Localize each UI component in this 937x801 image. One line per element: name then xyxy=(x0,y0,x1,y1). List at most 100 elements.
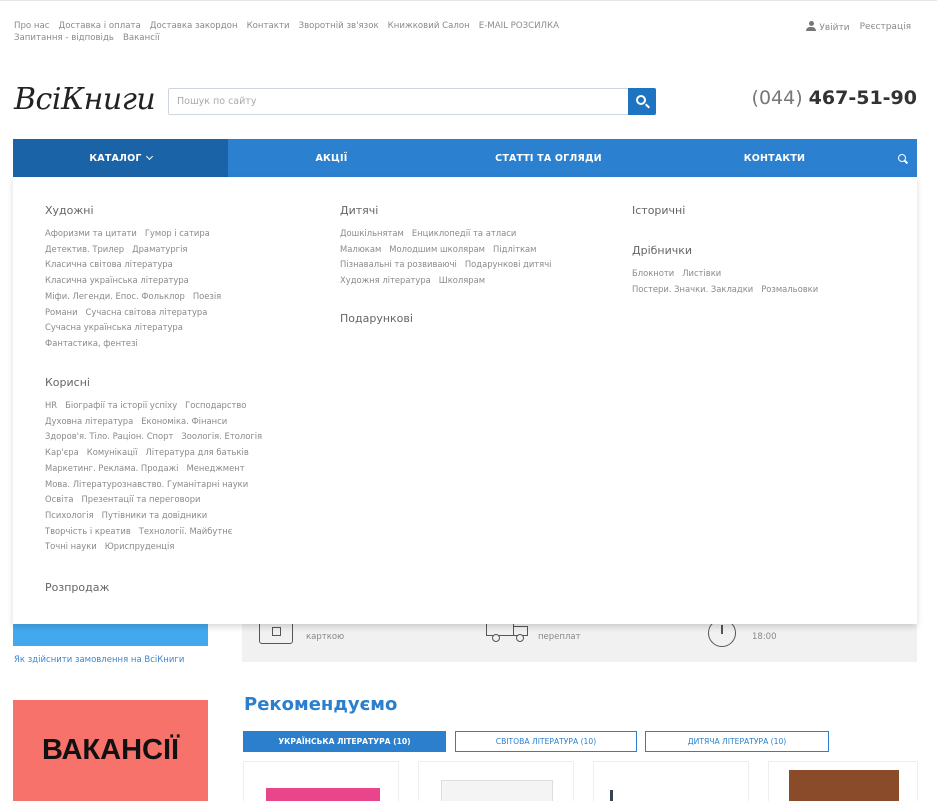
subcategory-link[interactable]: Блокноти xyxy=(632,266,674,282)
subcategory-link[interactable]: Господарство xyxy=(185,398,246,414)
site-logo[interactable]: ВсiКниги xyxy=(14,82,156,117)
category-khudozhni: Художні Афоризми та цитати Гумор і сатира… xyxy=(45,204,305,352)
subcategory-link[interactable]: Маркетинг. Реклама. Продажі xyxy=(45,461,178,477)
subcategory-link[interactable]: Поезія xyxy=(193,289,221,305)
nav-articles[interactable]: СТАТТІ ТА ОГЛЯДИ xyxy=(435,139,662,177)
category-title[interactable]: Дрібнички xyxy=(632,244,902,257)
register-link[interactable]: Реєстрація xyxy=(860,22,911,32)
subcategory-link[interactable]: Молодшим школярам xyxy=(389,242,485,258)
subcategory-link[interactable]: Творчість і креатив xyxy=(45,524,131,540)
top-link-delivery[interactable]: Доставка і оплата xyxy=(59,20,141,32)
tab-world-literature[interactable]: СВІТОВА ЛІТЕРАТУРА (10) xyxy=(455,731,637,752)
top-link-faq[interactable]: Запитання - відповідь xyxy=(14,32,114,44)
nav-catalog-label: КАТАЛОГ xyxy=(89,152,142,164)
recommend-title: Рекомендуємо xyxy=(244,694,398,715)
book-cover xyxy=(789,770,899,801)
subcategory-link[interactable]: Драматургія xyxy=(132,242,187,258)
product-card[interactable] xyxy=(593,761,749,801)
subcategory-link[interactable]: Постери. Значки. Закладки xyxy=(632,282,753,298)
category-title[interactable]: Художні xyxy=(45,204,305,217)
search-icon xyxy=(636,95,646,105)
truck-icon xyxy=(486,622,530,642)
subcategory-link[interactable]: Міфи. Легенди. Епос. Фольклор xyxy=(45,289,185,305)
top-link-vacancies[interactable]: Вакансії xyxy=(123,32,160,44)
subcategory-link[interactable]: Сучасна українська література xyxy=(45,320,183,336)
tab-ukrainian-literature[interactable]: УКРАЇНСЬКА ЛІТЕРАТУРА (10) xyxy=(243,731,446,752)
subcategory-link[interactable]: Зоологія. Етологія xyxy=(181,429,262,445)
subcategory-link[interactable]: Малюкам xyxy=(340,242,381,258)
subcategory-link[interactable]: Класична світова література xyxy=(45,257,173,273)
subcategory-link[interactable]: Менеджмент xyxy=(186,461,244,477)
top-links: Про нас Доставка і оплата Доставка закордо… xyxy=(14,20,654,44)
product-card[interactable] xyxy=(243,761,399,801)
product-card[interactable] xyxy=(418,761,574,801)
category-title[interactable]: Корисні xyxy=(45,376,315,389)
subcategory-link[interactable]: Презентації та переговори xyxy=(81,492,200,508)
subcategory-link[interactable]: Економіка. Фінанси xyxy=(141,414,227,430)
subcategory-link[interactable]: Класична українська література xyxy=(45,273,189,289)
subcategory-link[interactable]: Освіта xyxy=(45,492,73,508)
nav-akcii[interactable]: АКЦІЇ xyxy=(228,139,435,177)
category-title[interactable]: Історичні xyxy=(632,204,902,217)
login-link[interactable]: Увійти xyxy=(806,21,850,33)
subcategory-link[interactable]: Сучасна світова література xyxy=(86,305,208,321)
category-istorychni: Історичні Дрібнички Блокноти Листівки Пос… xyxy=(632,204,902,297)
top-link-contacts[interactable]: Контакти xyxy=(247,20,290,32)
subcategory-link[interactable]: Юриспруденція xyxy=(105,539,175,555)
top-link-feedback[interactable]: Зворотній зв'язок xyxy=(299,20,379,32)
book-cover xyxy=(441,780,553,801)
subcategory-link[interactable]: Енциклопедії та атласи xyxy=(412,226,516,242)
subcategory-link[interactable]: Дошкільнятам xyxy=(340,226,404,242)
subcategory-link[interactable]: Школярам xyxy=(439,273,485,289)
subcategory-link[interactable]: HR xyxy=(45,398,57,414)
category-title[interactable]: Дитячі xyxy=(340,204,610,217)
subcategory-link[interactable]: Технології. Майбутнє xyxy=(139,524,233,540)
subcategory-link[interactable]: Духовна література xyxy=(45,414,133,430)
phone-number: (044) 467-51-90 xyxy=(752,87,917,109)
category-title[interactable]: Розпродаж xyxy=(45,581,245,594)
vacancy-banner[interactable]: ВАКАНСІЇ xyxy=(13,700,208,801)
subcategory-link[interactable]: Листівки xyxy=(682,266,721,282)
subcategory-link[interactable]: Гумор і сатира xyxy=(145,226,210,242)
subcategory-link[interactable]: Афоризми та цитати xyxy=(45,226,137,242)
top-link-about[interactable]: Про нас xyxy=(14,20,50,32)
subcategory-link[interactable]: Література для батьків xyxy=(145,445,248,461)
subcategory-link[interactable]: Розмальовки xyxy=(761,282,818,298)
product-card[interactable] xyxy=(768,761,918,801)
search-icon xyxy=(898,154,906,162)
search-box xyxy=(168,88,656,115)
top-link-email[interactable]: E-MAIL РОЗСИЛКА xyxy=(479,20,559,32)
top-bar: Про нас Доставка і оплата Доставка закордо… xyxy=(0,0,937,54)
subcategory-link[interactable]: Кар'єра xyxy=(45,445,79,461)
subcategory-link[interactable]: Путівники та довідники xyxy=(102,508,208,524)
subcategory-link[interactable]: Художня література xyxy=(340,273,431,289)
login-label: Увійти xyxy=(819,23,850,33)
subcategory-link[interactable]: Детектив. Трилер xyxy=(45,242,124,258)
subcategory-link[interactable]: Психологія xyxy=(45,508,94,524)
subcategory-link[interactable]: Фантастика, фентезі xyxy=(45,336,138,352)
subcategory-link[interactable]: Пізнавальні та розвиваючі xyxy=(340,257,457,273)
subcategory-link[interactable]: Підліткам xyxy=(493,242,536,258)
category-links: HR Біографії та історії успіху Господарств… xyxy=(45,398,315,555)
subcategory-link[interactable]: Здоров'я. Тіло. Раціон. Спорт xyxy=(45,429,173,445)
category-korysni: Корисні HR Біографії та історії успіху Гос… xyxy=(45,376,315,555)
subcategory-link[interactable]: Комунікації xyxy=(87,445,138,461)
category-title[interactable]: Подарункові xyxy=(340,312,610,325)
phone-code: (044) xyxy=(751,87,803,109)
search-input[interactable] xyxy=(169,89,629,114)
category-rozprodazh: Розпродаж xyxy=(45,581,245,603)
search-button[interactable] xyxy=(628,88,656,115)
top-link-abroad[interactable]: Доставка закордон xyxy=(150,20,238,32)
tab-children-literature[interactable]: ДИТЯЧА ЛІТЕРАТУРА (10) xyxy=(645,731,829,752)
subcategory-link[interactable]: Точні науки xyxy=(45,539,97,555)
subcategory-link[interactable]: Мова. Літературознавство. Гуманітарні на… xyxy=(45,477,248,493)
how-to-order-link[interactable]: Як здійснити замовлення на ВсіКниги xyxy=(14,655,184,665)
top-link-salon[interactable]: Книжковий Салон xyxy=(388,20,470,32)
nav-contacts[interactable]: КОНТАКТИ xyxy=(662,139,887,177)
nav-catalog[interactable]: КАТАЛОГ xyxy=(13,139,228,177)
subcategory-link[interactable]: Біографії та історії успіху xyxy=(65,398,177,414)
nav-search-button[interactable] xyxy=(887,139,917,177)
main-nav: КАТАЛОГ АКЦІЇ СТАТТІ ТА ОГЛЯДИ КОНТАКТИ xyxy=(13,139,917,177)
subcategory-link[interactable]: Подарункові дитячі xyxy=(465,257,552,273)
subcategory-link[interactable]: Романи xyxy=(45,305,78,321)
